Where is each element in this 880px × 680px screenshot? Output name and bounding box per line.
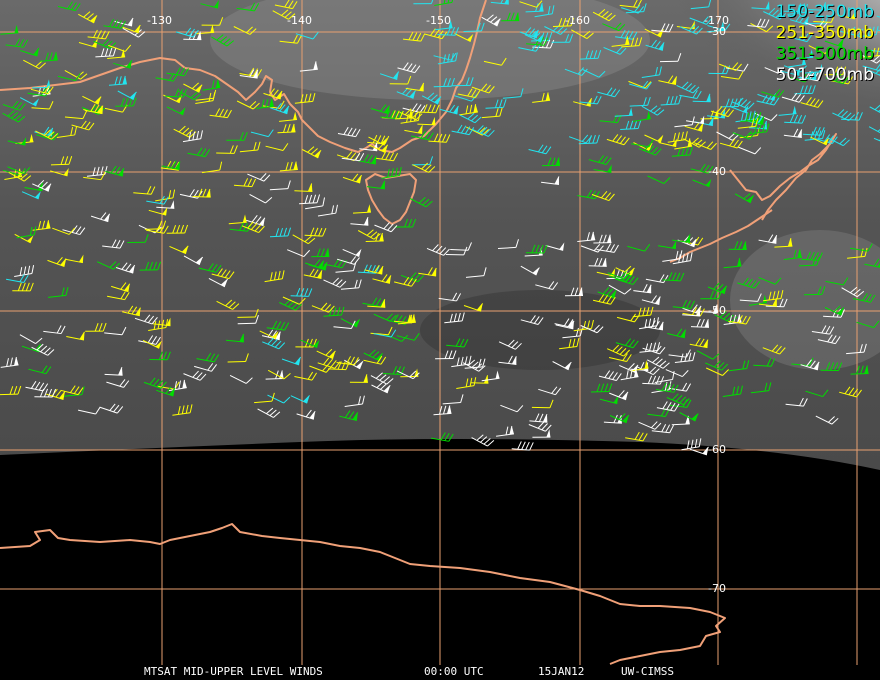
lat-label-70: -70 [708, 582, 726, 595]
lat-label-50: -50 [708, 304, 726, 317]
satellite-wind-map: 150-250mb 251-350mb 351-500mb 501-700mb … [0, 0, 880, 680]
footer-product: MTSAT MID-UPPER LEVEL WINDS [144, 665, 323, 678]
lon-label-150: -150 [426, 14, 451, 27]
legend-251-350: 251-350mb [775, 23, 874, 43]
lat-label-60: -60 [708, 443, 726, 456]
lat-label-30: -30 [708, 25, 726, 38]
footer-source: UW-CIMSS [621, 665, 674, 678]
footer-date: 15JAN12 [538, 665, 585, 678]
wind-barb [511, 441, 534, 451]
lat-label-40: -40 [708, 165, 726, 178]
lon-label-140: -140 [287, 14, 312, 27]
map-canvas [0, 0, 880, 665]
lon-label-160: -160 [565, 14, 590, 27]
legend-501-700: 501-700mb [775, 65, 874, 85]
footer-caption: MTSAT MID-UPPER LEVEL WINDS 00:00 UTC 15… [0, 600, 880, 678]
footer-time: 00:00 UTC [424, 665, 484, 678]
pressure-legend: 150-250mb 251-350mb 351-500mb 501-700mb [776, 2, 874, 86]
lon-label-130: -130 [147, 14, 172, 27]
legend-351-500: 351-500mb [775, 44, 874, 64]
legend-150-250: 150-250mb [775, 2, 874, 22]
